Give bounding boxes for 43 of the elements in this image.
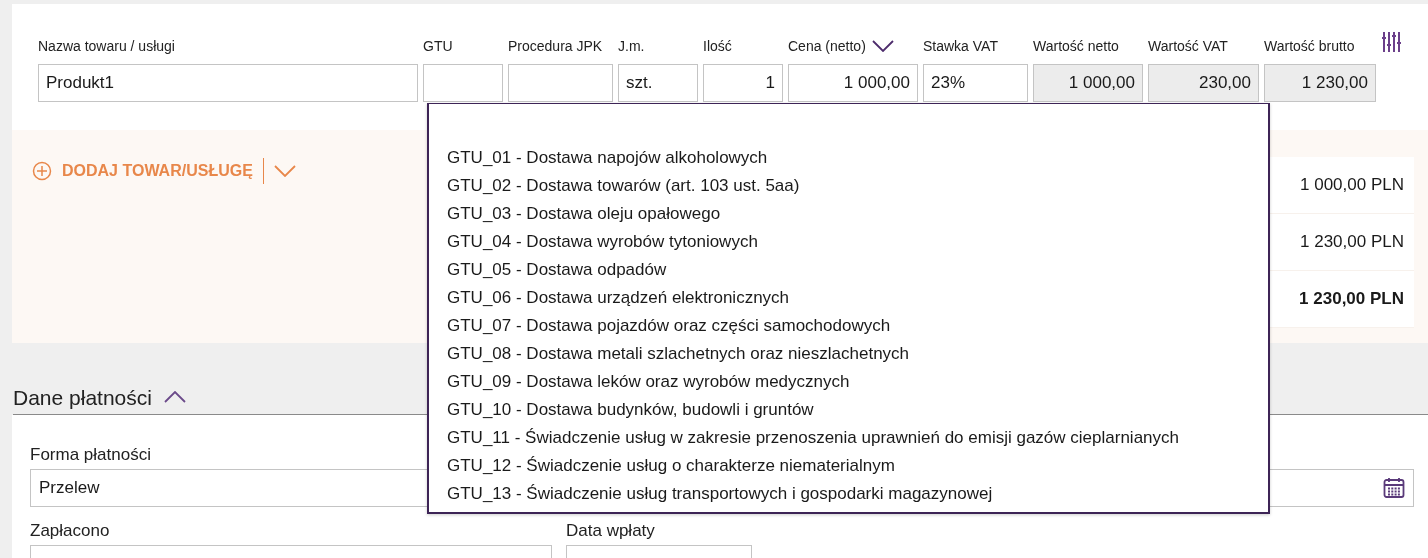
- dropdown-option[interactable]: GTU_09 - Dostawa leków oraz wyrobów medycznych: [447, 368, 1268, 396]
- dropdown-option[interactable]: GTU_10 - Dostawa budynków, budowli i gruntów: [447, 396, 1268, 424]
- column-header: Nazwa towaru / usługi: [38, 38, 176, 54]
- field-label: Data wpłaty: [566, 521, 655, 541]
- column-header: J.m.: [618, 38, 646, 54]
- column-header: Wartość netto: [1033, 38, 1120, 54]
- column-header: Cena (netto): [788, 38, 918, 54]
- column-header: GTU: [423, 38, 454, 54]
- dropdown-option[interactable]: GTU_01 - Dostawa napojów alkoholowych: [447, 144, 1268, 172]
- table-input-field[interactable]: szt.: [618, 64, 698, 102]
- chevron-down-icon[interactable]: [871, 40, 894, 52]
- column-header: Stawka VAT: [923, 38, 999, 54]
- dropdown-option[interactable]: GTU_11 - Świadczenie usług w zakresie przenoszenia uprawnień do emisji gazów cieplarnianych: [447, 424, 1268, 452]
- table-input-field[interactable]: Produkt1: [38, 64, 418, 102]
- section-title: Dane płatności: [13, 385, 152, 410]
- column-settings-icon[interactable]: [1381, 30, 1401, 54]
- table-input-field: 1 230,00: [1264, 64, 1376, 102]
- table-input-field[interactable]: 1: [703, 64, 783, 102]
- column-header: Wartość brutto: [1264, 38, 1356, 54]
- field-label: Forma płatności: [30, 445, 151, 465]
- calendar-icon[interactable]: [1383, 477, 1405, 499]
- column-header: Procedura JPK: [508, 38, 604, 54]
- chevron-up-icon[interactable]: [163, 390, 186, 403]
- table-input-field[interactable]: 1 000,00: [788, 64, 918, 102]
- dropdown-option[interactable]: GTU_05 - Dostawa odpadów: [447, 256, 1268, 284]
- total-amount: 1 230,00 PLN: [1300, 232, 1404, 252]
- plus-circle-icon: [32, 161, 52, 181]
- column-header: Wartość VAT: [1148, 38, 1229, 54]
- dropdown-option[interactable]: GTU_04 - Dostawa wyrobów tytoniowych: [447, 228, 1268, 256]
- table-input-field[interactable]: [423, 64, 503, 102]
- total-amount: 1 230,00 PLN: [1299, 289, 1404, 309]
- dropdown-option[interactable]: GTU_06 - Dostawa urządzeń elektronicznych: [447, 284, 1268, 312]
- dropdown-option[interactable]: GTU_07 - Dostawa pojazdów oraz części samochodowych: [447, 312, 1268, 340]
- table-input-field: 1 000,00: [1033, 64, 1143, 102]
- table-input-field: 230,00: [1148, 64, 1259, 102]
- dropdown-option[interactable]: GTU_08 - Dostawa metali szlachetnych oraz nieszlachetnych: [447, 340, 1268, 368]
- table-input-field[interactable]: [508, 64, 613, 102]
- column-header: Ilość: [703, 38, 733, 54]
- field-label: Zapłacono: [30, 521, 110, 541]
- dropdown-option[interactable]: GTU_02 - Dostawa towarów (art. 103 ust. 5aa): [447, 172, 1268, 200]
- table-input-field[interactable]: 23%: [923, 64, 1028, 102]
- total-amount: 1 000,00 PLN: [1300, 175, 1404, 195]
- dropdown-option[interactable]: GTU_03 - Dostawa oleju opałowego: [447, 200, 1268, 228]
